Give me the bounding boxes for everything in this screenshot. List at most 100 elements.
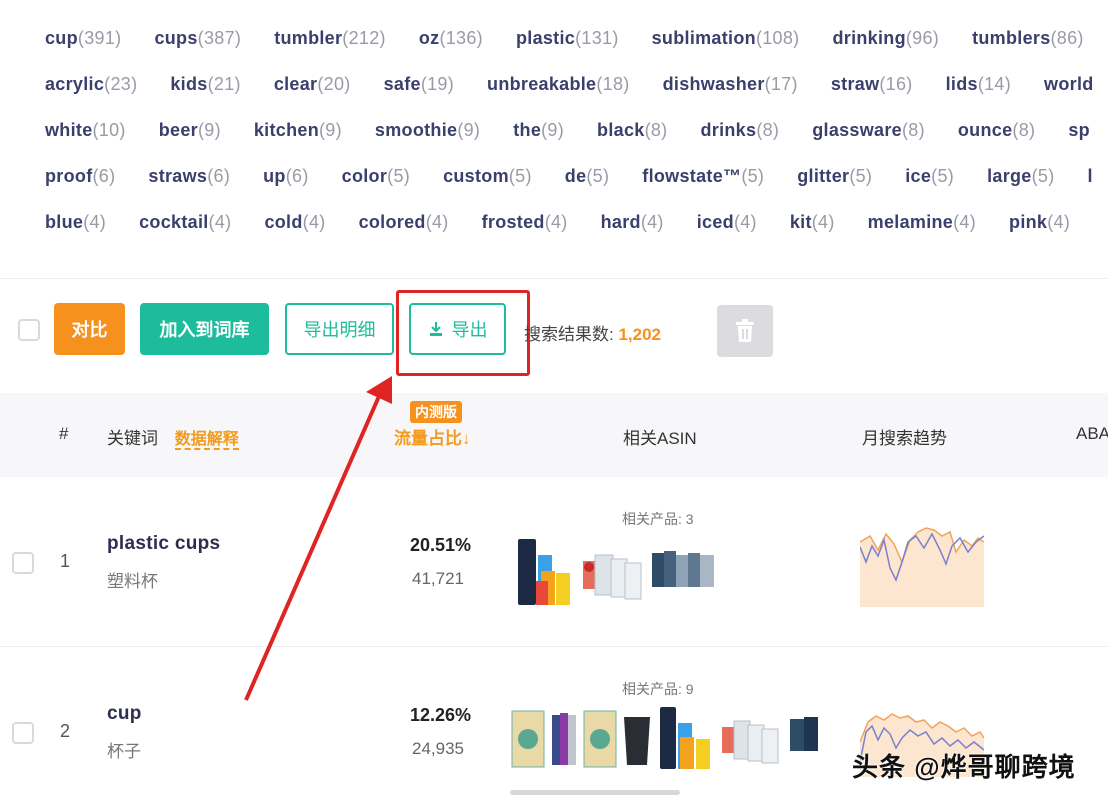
keyword-tag[interactable]: l [1088,166,1093,187]
tag-word: blue [45,212,84,232]
keyword-tag[interactable]: color(5) [342,166,410,187]
keyword-tag[interactable]: black(8) [597,120,667,141]
keyword-tag[interactable]: acrylic(23) [45,74,137,95]
product-thumbnail[interactable] [516,537,574,607]
keyword-tag[interactable]: hard(4) [601,212,664,233]
keyword-tag[interactable]: iced(4) [697,212,757,233]
keyword-tag[interactable]: dishwasher(17) [663,74,798,95]
keyword-tag[interactable]: sp [1068,120,1090,141]
product-thumbnail[interactable] [582,709,618,769]
keyword-tag[interactable]: custom(5) [443,166,532,187]
keyword-tag[interactable]: proof(6) [45,166,115,187]
keyword-tag[interactable]: glassware(8) [812,120,925,141]
product-thumbnail[interactable] [788,715,822,755]
select-all-checkbox[interactable] [18,319,40,341]
tag-word: custom [443,166,509,186]
keyword-tag[interactable]: kit(4) [790,212,835,233]
keyword-tag[interactable]: large(5) [987,166,1054,187]
tag-count: (5) [741,166,765,186]
result-label: 搜索结果数: [524,325,614,344]
tag-count: (10) [92,120,126,140]
keyword-tag[interactable]: straws(6) [148,166,230,187]
keyword-tag[interactable]: blue(4) [45,212,106,233]
keyword-tag[interactable]: colored(4) [359,212,449,233]
tag-count: (17) [764,74,798,94]
keyword-tag[interactable]: pink(4) [1009,212,1070,233]
column-header-number: # [59,424,69,443]
keyword-tag[interactable]: ice(5) [905,166,954,187]
keyword-tag[interactable]: oz(136) [419,28,483,49]
column-header-traffic-share[interactable]: 流量占比↓ [394,424,471,449]
keyword-tag[interactable]: tumbler(212) [274,28,386,49]
tag-word: acrylic [45,74,105,94]
keyword-tag[interactable]: de(5) [565,166,610,187]
product-thumbnail[interactable] [581,545,643,603]
tag-count: (4) [544,212,568,232]
keyword-tag[interactable]: cups(387) [154,28,241,49]
horizontal-scrollbar[interactable] [510,790,680,795]
product-thumbnail[interactable] [720,713,780,767]
tag-word: straws [148,166,208,186]
keyword-tag[interactable]: melamine(4) [868,212,976,233]
beta-badge: 内测版 [410,401,462,423]
tag-word: large [987,166,1032,186]
keyword-tag[interactable]: sublimation(108) [652,28,800,49]
tag-word: hard [600,212,641,232]
product-thumbnail[interactable] [550,709,582,769]
tag-word: ounce [957,120,1013,140]
delete-button[interactable] [717,305,773,357]
keyword-tag[interactable]: glitter(5) [797,166,872,187]
row-checkbox[interactable] [12,552,34,574]
keyword-tag[interactable]: cold(4) [264,212,325,233]
tag-count: (18) [596,74,630,94]
keyword-tag[interactable]: cup(391) [45,28,121,49]
column-header-related-asin: 相关ASIN [623,429,697,448]
tag-word: cups [154,28,198,48]
keyword-tag[interactable]: straw(16) [831,74,913,95]
keyword-tag[interactable]: clear(20) [274,74,351,95]
keyword-tag[interactable]: kitchen(9) [254,120,342,141]
product-thumbnail[interactable] [622,715,652,767]
keyword-tag[interactable]: tumblers(86) [972,28,1084,49]
keyword-tag[interactable]: plastic(131) [516,28,619,49]
data-explain-link[interactable]: 数据解释 [174,431,239,450]
keyword-tag[interactable]: frosted(4) [482,212,568,233]
keyword-tag[interactable]: the(9) [513,120,564,141]
keyword-tag[interactable]: drinking(96) [832,28,939,49]
action-toolbar: 对比 加入到词库 导出明细 导出 搜索结果数: 1,202 [0,290,1108,376]
tag-count: (4) [811,212,835,232]
keyword-tag[interactable]: up(6) [263,166,309,187]
tag-count: (21) [207,74,241,94]
keyword-link[interactable]: plastic cups [107,533,220,555]
annotation-highlight-box [396,290,530,376]
keyword-tag[interactable]: cocktail(4) [139,212,231,233]
tag-count: (9) [457,120,481,140]
keyword-tag[interactable]: drinks(8) [700,120,779,141]
tag-count: (23) [104,74,138,94]
keyword-tag[interactable]: smoothie(9) [375,120,480,141]
keyword-tag[interactable]: lids(14) [946,74,1011,95]
traffic-share-value: 20.51% [410,535,472,555]
keyword-tag[interactable]: ounce(8) [958,120,1035,141]
product-thumbnail[interactable] [510,709,546,769]
keyword-link[interactable]: cup [107,703,142,725]
keyword-tag[interactable]: beer(9) [159,120,221,141]
tag-count: (19) [420,74,455,94]
add-to-library-button[interactable]: 加入到词库 [140,303,269,355]
export-detail-button[interactable]: 导出明细 [285,303,394,355]
tag-word: lids [945,74,978,94]
keyword-tag[interactable]: unbreakable(18) [487,74,630,95]
tag-word: colored [358,212,426,232]
compare-button[interactable]: 对比 [54,303,125,355]
product-thumbnail[interactable] [658,705,712,771]
row-checkbox[interactable] [12,722,34,744]
tag-word: glitter [797,166,850,186]
tag-count: (8) [901,120,925,140]
product-thumbnail[interactable] [650,547,718,595]
column-header-aba: ABA [1076,424,1108,443]
keyword-tag[interactable]: world [1044,74,1094,95]
keyword-tag[interactable]: flowstate™(5) [642,166,764,187]
keyword-tag[interactable]: kids(21) [170,74,240,95]
keyword-tag[interactable]: white(10) [45,120,126,141]
keyword-tag[interactable]: safe(19) [384,74,454,95]
